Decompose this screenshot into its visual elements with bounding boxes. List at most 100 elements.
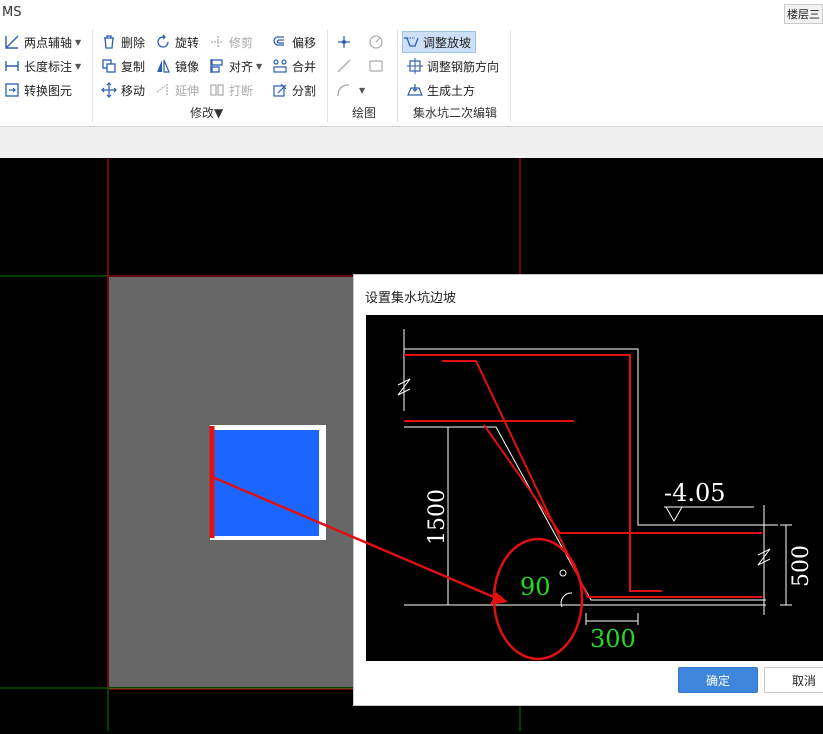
chevron-down-icon: ▼ [214, 106, 224, 120]
extend-button[interactable]: 延伸 [155, 80, 199, 100]
width-dimension-line [585, 613, 639, 625]
split-label: 分割 [292, 83, 317, 98]
offset-label: 偏移 [292, 35, 317, 50]
generate-earthwork-label: 生成土方 [427, 83, 476, 98]
copy-label: 复制 [121, 59, 146, 74]
rebar-line [404, 354, 662, 592]
sump-slope-dialog: 设置集水坑边坡 1500 500 -4.05 90 300 确定 取消 [353, 274, 823, 706]
draw-arc-button[interactable]: ▼ [336, 80, 365, 100]
group-divider [510, 30, 511, 122]
adjust-slope-button[interactable]: 调整放坡 [402, 31, 477, 53]
elevation-label: -4.05 [664, 479, 726, 507]
rectangle-icon [369, 60, 383, 72]
break-mark [757, 505, 771, 615]
draw-circle-button[interactable] [368, 32, 388, 52]
ok-button[interactable]: 确定 [678, 667, 758, 693]
rebar-direction-icon [407, 58, 423, 74]
mirror-label: 镜像 [175, 59, 200, 74]
slope-angle-value[interactable]: 90 [520, 573, 551, 601]
convert-element-button[interactable]: 转换图元 [4, 80, 72, 100]
align-icon [210, 59, 223, 73]
ribbon-toolbar: 两点辅轴 ▼ 长度标注 ▼ 转换图元 删除 旋转 修剪 偏移 复制 镜像 对齐 ▼ [0, 26, 823, 127]
arc-icon [337, 84, 350, 97]
chevron-down-icon: ▼ [75, 37, 82, 47]
extend-label: 延伸 [175, 83, 200, 98]
extend-icon [156, 84, 168, 96]
split-button[interactable]: 分割 [272, 80, 316, 100]
dialog-title: 设置集水坑边坡 [365, 291, 457, 306]
delete-button[interactable]: 删除 [101, 32, 145, 52]
two-point-axis-label: 两点辅轴 [24, 35, 73, 50]
split-icon [273, 83, 287, 97]
draw-line-button[interactable] [336, 56, 356, 76]
depth-label: 1500 [425, 489, 450, 545]
slope-icon [404, 37, 419, 47]
break-label: 打断 [229, 83, 254, 98]
offset-icon [273, 36, 284, 46]
point-icon [338, 36, 350, 48]
chevron-down-icon: ▼ [359, 85, 366, 95]
drawing-group-label: 绘图 [352, 106, 377, 120]
merge-button[interactable]: 合并 [272, 56, 316, 76]
copy-icon [102, 59, 116, 73]
convert-icon [5, 83, 19, 97]
chevron-down-icon: ▼ [75, 61, 82, 71]
generate-earthwork-button[interactable]: 生成土方 [407, 80, 475, 100]
rotate-button[interactable]: 旋转 [155, 32, 199, 52]
two-point-axis-button[interactable]: 两点辅轴 ▼ [4, 32, 81, 52]
adjust-rebar-direction-button[interactable]: 调整钢筋方向 [407, 56, 499, 76]
merge-icon [273, 59, 287, 73]
group-divider [92, 30, 93, 122]
line-icon [337, 59, 351, 73]
move-icon [101, 82, 117, 98]
move-label: 移动 [121, 83, 146, 98]
align-label: 对齐 [229, 59, 254, 74]
trim-icon [211, 36, 223, 48]
break-mark [397, 329, 411, 411]
break-button[interactable]: 打断 [209, 80, 253, 100]
rotate-icon [157, 34, 169, 48]
convert-element-label: 转换图元 [24, 83, 73, 98]
offset-button[interactable]: 偏移 [272, 32, 316, 52]
slope-width-value[interactable]: 300 [590, 625, 636, 653]
angle-marker [559, 569, 567, 577]
modify-group-label[interactable]: 修改▼ [190, 104, 223, 121]
draw-rectangle-button[interactable] [368, 56, 388, 76]
sump-group-label: 集水坑二次编辑 [413, 106, 498, 120]
slope-section-drawing: 1500 500 -4.05 90 300 [397, 329, 814, 661]
slope-diagram: 1500 500 -4.05 90 300 [366, 315, 823, 661]
group-divider [397, 30, 398, 122]
adjust-slope-label: 调整放坡 [423, 35, 472, 50]
chevron-down-icon: ▼ [256, 61, 263, 71]
circle-icon [369, 35, 383, 49]
break-icon [210, 84, 224, 96]
group-divider [327, 30, 328, 122]
move-button[interactable]: 移动 [101, 80, 145, 100]
align-button[interactable]: 对齐 ▼ [209, 56, 262, 76]
thickness-label: 500 [789, 545, 814, 587]
mirror-icon [157, 59, 170, 73]
adjust-rebar-direction-label: 调整钢筋方向 [427, 59, 500, 74]
depth-dimension-line [442, 426, 496, 606]
trim-button[interactable]: 修剪 [209, 32, 253, 52]
pit-outline [404, 426, 766, 601]
status-strip [0, 127, 823, 158]
length-dimension-label: 长度标注 [24, 59, 73, 74]
earthwork-icon [407, 84, 423, 96]
floor-selector[interactable]: 楼层三 [784, 4, 823, 24]
trim-label: 修剪 [229, 35, 254, 50]
sump-pit[interactable] [214, 430, 319, 536]
dimension-icon [5, 61, 19, 71]
merge-label: 合并 [292, 59, 317, 74]
copy-button[interactable]: 复制 [101, 56, 145, 76]
length-dimension-button[interactable]: 长度标注 ▼ [4, 56, 81, 76]
delete-label: 删除 [121, 35, 146, 50]
title-bar: MS 楼层三 [0, 0, 823, 26]
cancel-button[interactable]: 取消 [764, 667, 823, 693]
two-point-axis-icon [5, 35, 19, 49]
app-title: MS [2, 5, 22, 20]
elevation-marker [664, 506, 754, 523]
draw-point-button[interactable] [336, 32, 356, 52]
trash-icon [104, 35, 114, 49]
mirror-button[interactable]: 镜像 [155, 56, 199, 76]
